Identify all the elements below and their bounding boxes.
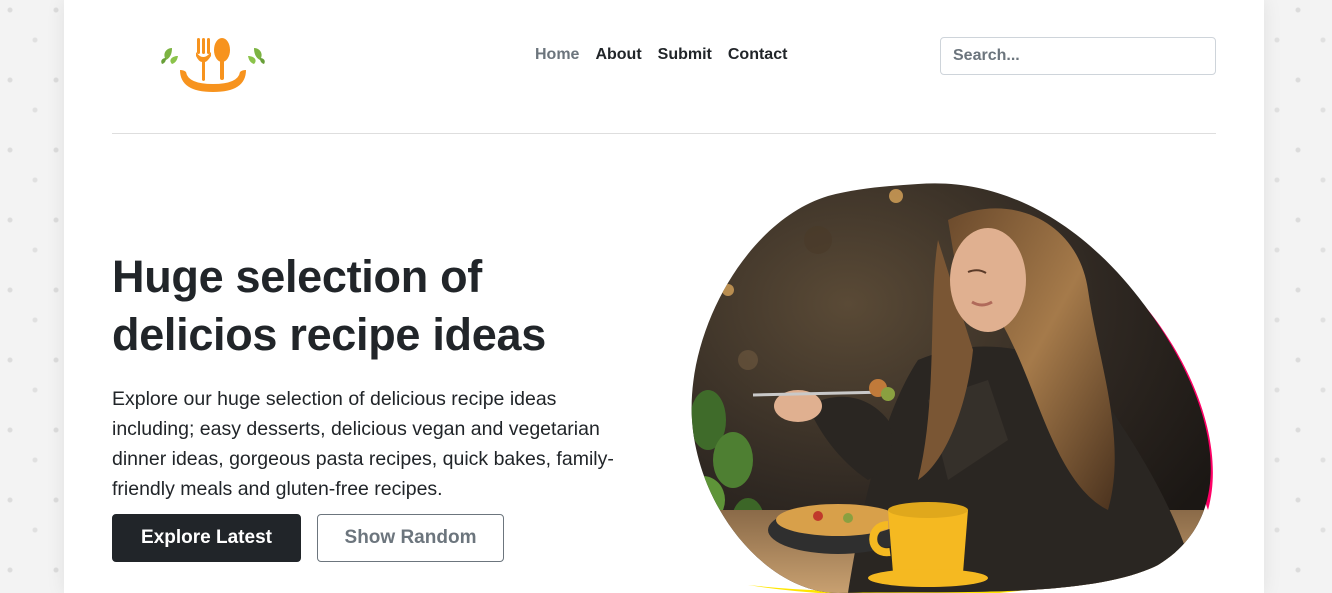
nav-about-link[interactable]: About xyxy=(595,46,641,64)
main-nav: Home About Submit Contact xyxy=(535,46,787,64)
search-input[interactable] xyxy=(940,37,1216,75)
hero-title-line-1: Huge selection of xyxy=(112,251,482,302)
explore-latest-button[interactable]: Explore Latest xyxy=(112,514,301,562)
page-container: Home About Submit Contact Huge selection… xyxy=(64,0,1264,593)
hero-title: Huge selection of delicios recipe ideas xyxy=(112,248,652,364)
hero-image xyxy=(691,183,1213,593)
hero-section: Huge selection of delicios recipe ideas … xyxy=(112,248,652,504)
site-header: Home About Submit Contact xyxy=(112,0,1216,134)
hero-lead-text: Explore our huge selection of delicious … xyxy=(112,388,614,500)
hero-title-line-2: delicios recipe ideas xyxy=(112,309,546,360)
fork-spoon-smile-logo-icon xyxy=(161,38,265,92)
show-random-button[interactable]: Show Random xyxy=(317,514,504,562)
nav-home-link[interactable]: Home xyxy=(535,46,579,64)
nav-submit-link[interactable]: Submit xyxy=(658,46,712,64)
nav-contact-link[interactable]: Contact xyxy=(728,46,788,64)
hero-buttons: Explore Latest Show Random xyxy=(112,514,504,562)
